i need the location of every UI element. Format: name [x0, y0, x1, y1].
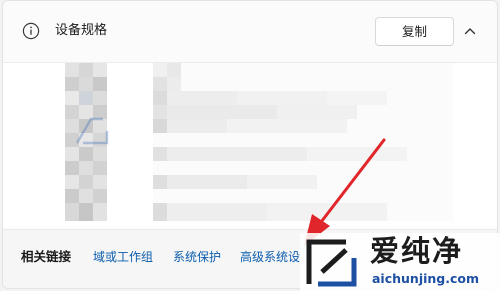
site-watermark-url: aichunjing.com	[372, 271, 480, 286]
copy-button[interactable]: 复制	[375, 17, 454, 46]
faint-watermark-logo-icon	[75, 117, 109, 145]
screenshot-root: 设备规格 复制 相关链接 域或工作组 系统保护 高级系统设 爱纯净 aichun…	[0, 0, 500, 291]
related-links-label: 相关链接	[21, 249, 72, 264]
site-watermark-name: 爱纯净	[370, 234, 464, 268]
blurred-spec-values	[153, 63, 453, 221]
device-specs-title: 设备规格	[55, 23, 108, 38]
site-logo-icon	[306, 239, 357, 287]
site-watermark: 爱纯净 aichunjing.com	[300, 233, 500, 291]
device-specs-header[interactable]: 设备规格 复制	[3, 1, 497, 63]
link-system-protection[interactable]: 系统保护	[173, 248, 221, 266]
link-advanced-system-settings[interactable]: 高级系统设	[240, 248, 300, 266]
info-circle-icon	[22, 22, 40, 40]
chevron-up-icon[interactable]	[463, 24, 477, 38]
link-domain-or-workgroup[interactable]: 域或工作组	[93, 248, 153, 266]
device-specs-body-blurred	[3, 63, 497, 228]
